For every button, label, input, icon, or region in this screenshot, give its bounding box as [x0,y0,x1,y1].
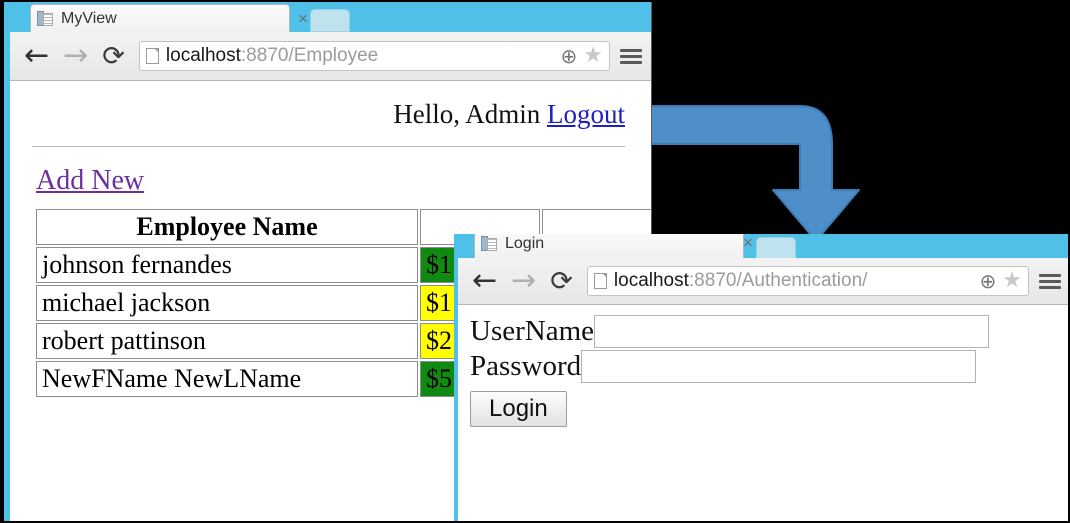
cell-employee-name: johnson fernandes [36,247,418,283]
cell-employee-name: NewFName NewLName [36,361,418,397]
address-bar-url: localhost:8870/Employee [166,45,555,67]
back-icon[interactable]: ← [472,266,497,296]
tab-close-icon[interactable]: × [298,10,308,27]
reload-icon[interactable]: ⟳ [550,268,573,295]
header-divider [32,146,625,147]
address-bar[interactable]: localhost:8870/Employee ⊕ ★ [138,41,610,71]
back-icon[interactable]: ← [24,41,49,71]
zoom-icon[interactable]: ⊕ [561,44,578,68]
add-new-link[interactable]: Add New [36,165,144,197]
cell-employee-name: michael jackson [36,285,418,321]
browser-window-login: Login × ← → ⟳ localhost:8870/Authenticat… [454,234,1068,521]
reload-icon[interactable]: ⟳ [102,43,125,70]
forward-icon[interactable]: → [511,266,536,296]
hamburger-menu-icon[interactable] [620,46,642,67]
page-info-icon [593,273,607,289]
forward-icon[interactable]: → [63,41,88,71]
page-info-icon [145,48,159,64]
tab-title: Login [505,234,545,252]
column-header-employee-name: Employee Name [36,209,418,245]
bookmark-star-icon[interactable]: ★ [583,45,603,67]
address-bar-url: localhost:8870/Authentication/ [614,270,974,292]
username-row: UserName [470,315,1068,348]
tab-login[interactable]: Login [474,234,744,258]
screenshot-stage: MyView × ← → ⟳ localhost:8870/Employee ⊕… [0,0,1070,523]
browser-toolbar: ← → ⟳ localhost:8870/Employee ⊕ ★ [10,32,651,81]
browser-toolbar: ← → ⟳ localhost:8870/Authentication/ ⊕ ★ [458,258,1068,305]
password-row: Password [470,350,1068,383]
url-path: :8870/Employee [240,45,379,66]
tabstrip: MyView × [10,2,651,32]
new-tab-button[interactable] [756,237,796,260]
page-favicon-icon [481,235,497,253]
password-input[interactable] [581,350,977,383]
url-path: :8870/Authentication/ [688,270,868,291]
username-label: UserName [470,315,595,347]
tab-close-icon[interactable]: × [743,234,753,251]
logout-link[interactable]: Logout [547,99,625,129]
greeting-text: Hello, Admin [393,99,541,129]
password-label: Password [470,350,582,382]
greeting-row: Hello, Admin Logout [24,81,637,140]
flow-arrow-icon [650,105,860,242]
url-host: localhost [165,45,241,66]
hamburger-menu-icon[interactable] [1039,271,1061,292]
zoom-icon[interactable]: ⊕ [980,269,997,293]
tabstrip: Login × [458,234,1068,260]
cell-employee-name: robert pattinson [36,323,418,359]
page-favicon-icon [37,10,53,28]
page-viewport-login: UserName Password Login [458,305,1068,521]
username-input[interactable] [594,315,990,348]
url-host: localhost [613,270,689,291]
new-tab-button[interactable] [310,9,350,32]
login-button[interactable]: Login [470,391,567,427]
tab-myview[interactable]: MyView [30,4,290,32]
tab-title: MyView [61,9,117,27]
bookmark-star-icon[interactable]: ★ [1002,270,1022,292]
address-bar[interactable]: localhost:8870/Authentication/ ⊕ ★ [586,266,1029,296]
